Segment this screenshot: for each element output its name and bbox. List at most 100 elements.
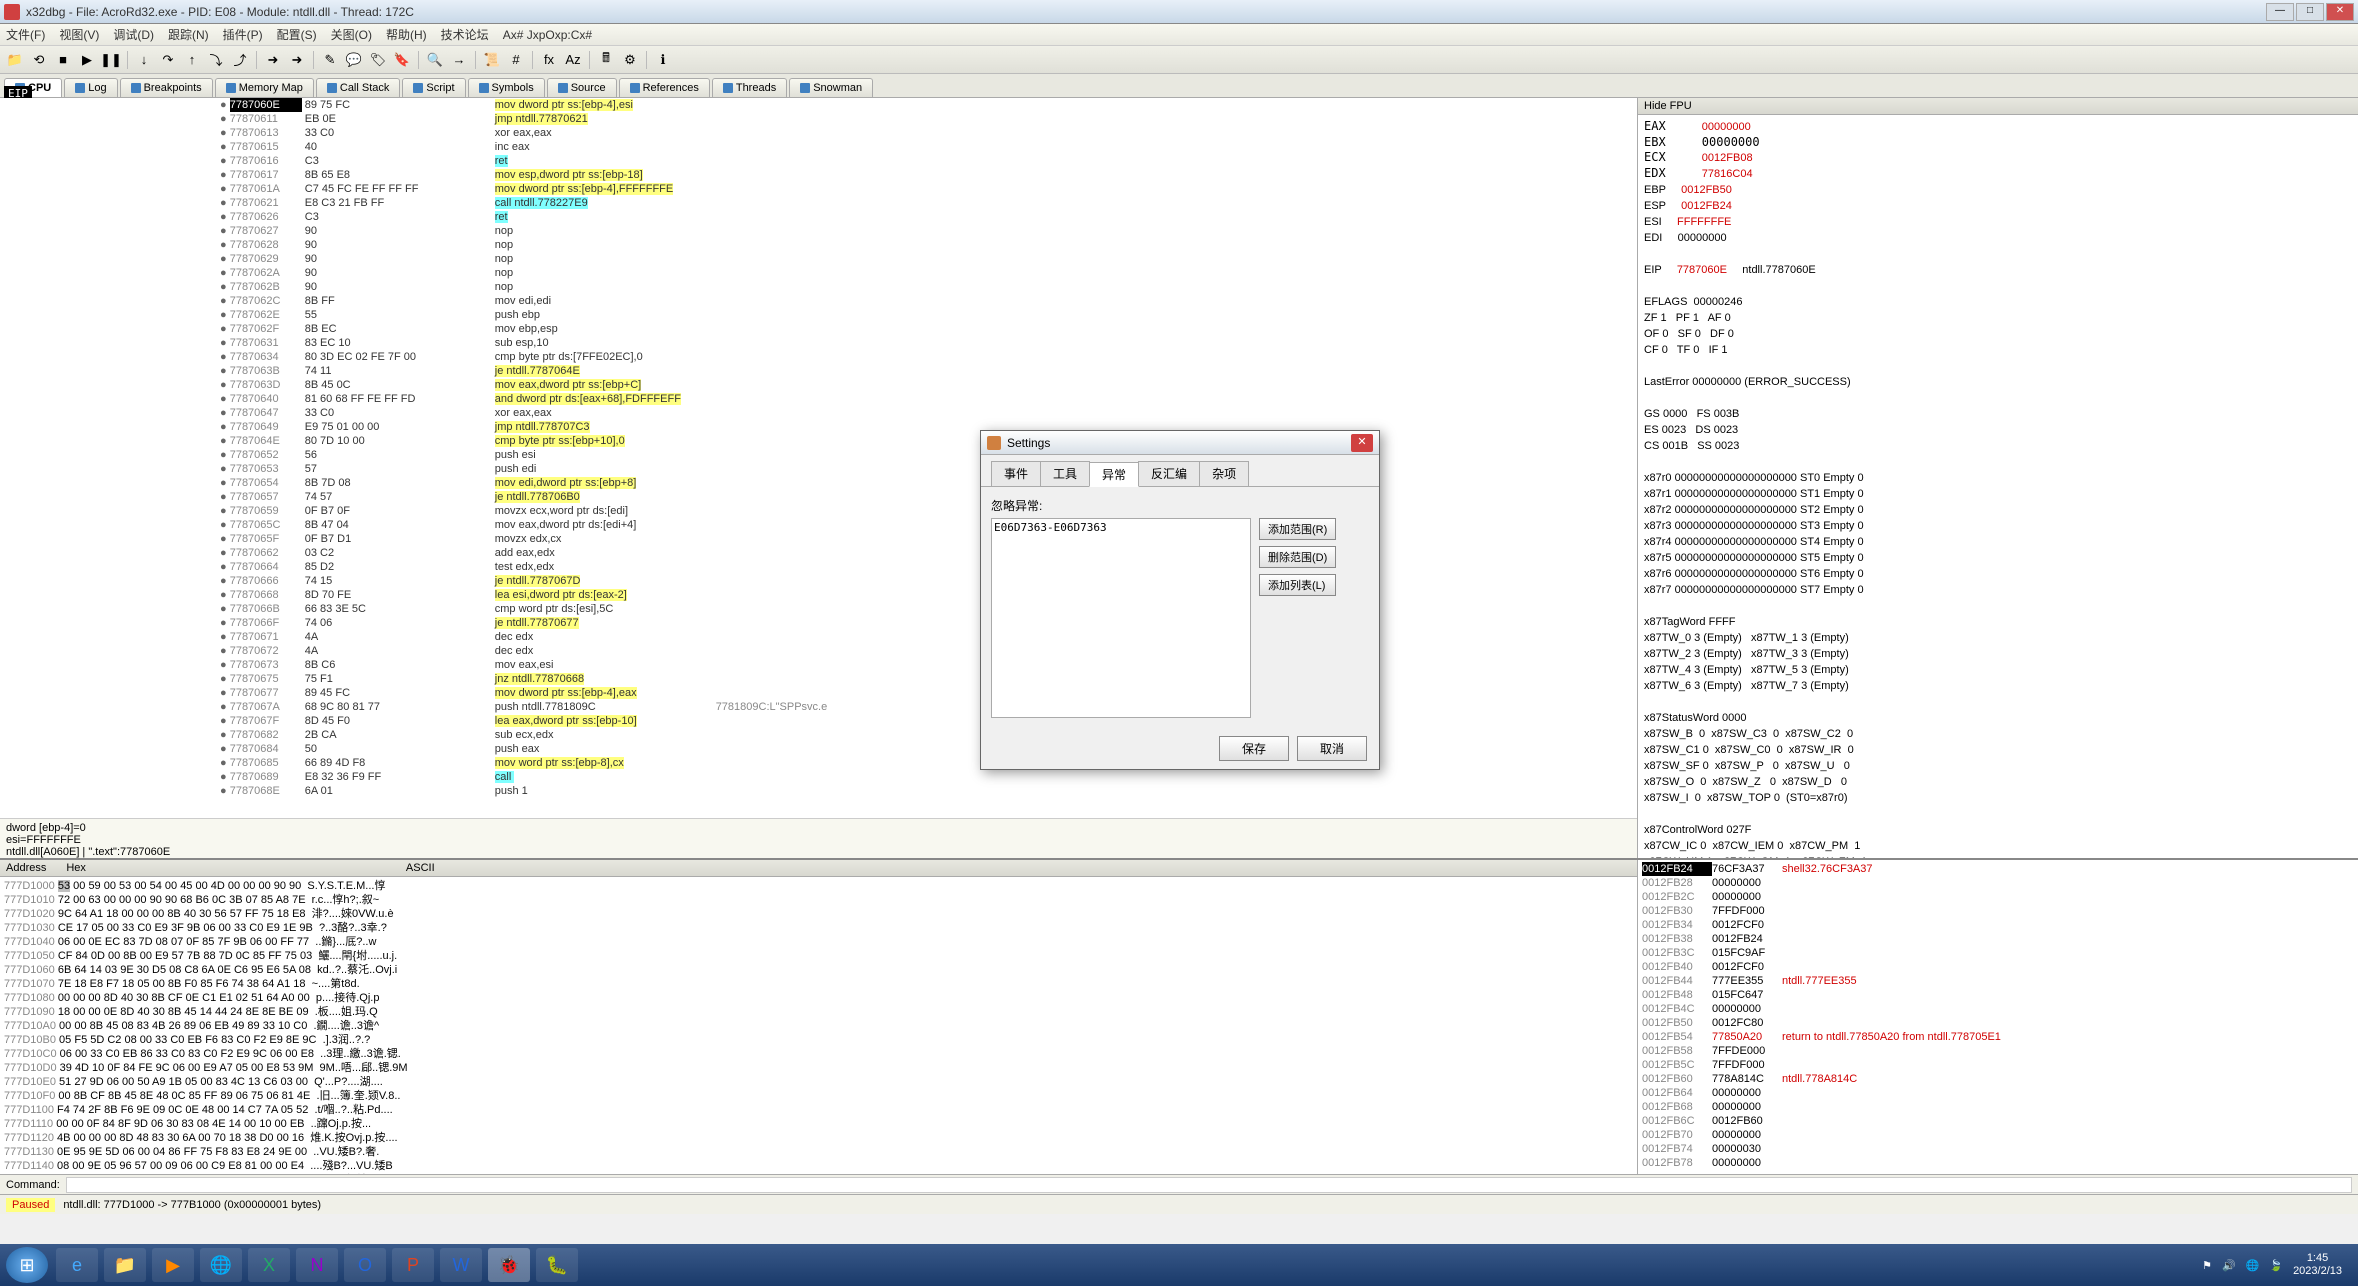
- script-icon[interactable]: 📜: [481, 49, 503, 71]
- step2-icon[interactable]: ⤴: [229, 49, 251, 71]
- fx-icon[interactable]: fx: [538, 49, 560, 71]
- stack-row[interactable]: 0012FB38 0012FB24: [1642, 932, 2354, 946]
- dialog-action-1[interactable]: 删除范围(D): [1259, 546, 1336, 568]
- dump-col-ascii[interactable]: ASCII: [406, 862, 435, 874]
- disasm-row[interactable]: ● 77870611 EB 0E jmp ntdll.77870621: [220, 112, 1637, 126]
- dialog-close-button[interactable]: ✕: [1351, 434, 1373, 452]
- disasm-row[interactable]: ● 7787062A 90 nop: [220, 266, 1637, 280]
- disasm-row[interactable]: ● 77870629 90 nop: [220, 252, 1637, 266]
- comment-icon[interactable]: 💬: [343, 49, 365, 71]
- disasm-row[interactable]: ● 77870617 8B 65 E8 mov esp,dword ptr ss…: [220, 168, 1637, 182]
- dump-col-hex[interactable]: Hex: [66, 862, 86, 874]
- search-icon[interactable]: 🔍: [424, 49, 446, 71]
- system-tray[interactable]: ⚑ 🔊 🌐 🍃 1:452023/2/13: [2202, 1252, 2352, 1278]
- disasm-row[interactable]: ● 77870652 56 push esi: [220, 448, 1637, 462]
- minimize-button[interactable]: —: [2266, 3, 2294, 21]
- disasm-row[interactable]: ● 77870647 33 C0 xor eax,eax: [220, 406, 1637, 420]
- stack-row[interactable]: 0012FB24 76CF3A37 shell32.76CF3A37: [1642, 862, 2354, 876]
- az-icon[interactable]: Az: [562, 49, 584, 71]
- bookmark-icon[interactable]: 🔖: [391, 49, 413, 71]
- dump-row[interactable]: 777D1140 08 00 9E 05 96 57 00 09 06 00 C…: [4, 1159, 1633, 1173]
- stack-row[interactable]: 0012FB70 00000000: [1642, 1128, 2354, 1142]
- disasm-row[interactable]: ● 77870649 E9 75 01 00 00 jmp ntdll.7787…: [220, 420, 1637, 434]
- disasm-row[interactable]: ● 77870634 80 3D EC 02 FE 7F 00 cmp byte…: [220, 350, 1637, 364]
- menu-item-3[interactable]: 跟踪(N): [168, 26, 209, 43]
- disasm-row[interactable]: ● 77870673 8B C6 mov eax,esi: [220, 658, 1637, 672]
- menu-item-7[interactable]: 帮助(H): [386, 26, 427, 43]
- dump-row[interactable]: 777D1000 53 00 59 00 53 00 54 00 45 00 4…: [4, 879, 1633, 893]
- disasm-row[interactable]: ● 7787065C 8B 47 04 mov eax,dword ptr ds…: [220, 518, 1637, 532]
- disasm-row[interactable]: ● 77870627 90 nop: [220, 224, 1637, 238]
- stop-icon[interactable]: ■: [52, 49, 74, 71]
- dump-row[interactable]: 777D1100 F4 74 2F 8B F6 9E 09 0C 0E 48 0…: [4, 1103, 1633, 1117]
- stack-row[interactable]: 0012FB68 00000000: [1642, 1100, 2354, 1114]
- dump-col-address[interactable]: Address: [6, 862, 46, 874]
- close-button[interactable]: ✕: [2326, 3, 2354, 21]
- disasm-row[interactable]: ● 7787062B 90 nop: [220, 280, 1637, 294]
- stack-row[interactable]: 0012FB6C 0012FB60: [1642, 1114, 2354, 1128]
- menu-item-5[interactable]: 配置(S): [277, 26, 317, 43]
- dialog-action-2[interactable]: 添加列表(L): [1259, 574, 1336, 596]
- disasm-row[interactable]: ● 7787067A 68 9C 80 81 77 push ntdll.778…: [220, 700, 1637, 714]
- dump-row[interactable]: 777D10D0 39 4D 10 0F 84 FE 9C 06 00 E9 A…: [4, 1061, 1633, 1075]
- disasm-row[interactable]: ● 7787063D 8B 45 0C mov eax,dword ptr ss…: [220, 378, 1637, 392]
- disasm-row[interactable]: ● 7787067F 8D 45 F0 lea eax,dword ptr ss…: [220, 714, 1637, 728]
- dump-row[interactable]: 777D1110 00 00 0F 84 8F 9D 06 30 83 08 4…: [4, 1117, 1633, 1131]
- tray-flag-icon[interactable]: ⚑: [2202, 1259, 2212, 1272]
- step-icon[interactable]: ⤵: [205, 49, 227, 71]
- command-input[interactable]: [66, 1177, 2352, 1193]
- maximize-button[interactable]: □: [2296, 3, 2324, 21]
- disasm-row[interactable]: ● 7787060E 89 75 FC mov dword ptr ss:[eb…: [220, 98, 1637, 112]
- dump-row[interactable]: 777D1050 CF 84 0D 00 8B 00 E9 57 7B 88 7…: [4, 949, 1633, 963]
- dialog-tab-1[interactable]: 工具: [1040, 461, 1090, 486]
- disasm-row[interactable]: ● 7787062E 55 push ebp: [220, 308, 1637, 322]
- dump-row[interactable]: 777D10F0 00 8B CF 8B 45 8E 48 0C 85 FF 8…: [4, 1089, 1633, 1103]
- tab-symbols[interactable]: Symbols: [468, 78, 545, 97]
- stack-row[interactable]: 0012FB30 7FFDF000: [1642, 904, 2354, 918]
- taskbar-ie-icon[interactable]: e: [56, 1248, 98, 1282]
- tray-leaf-icon[interactable]: 🍃: [2269, 1259, 2283, 1272]
- trace2-icon[interactable]: ➜: [286, 49, 308, 71]
- disasm-row[interactable]: ● 77870689 E8 32 36 F9 FF call: [220, 770, 1637, 784]
- tab-memory-map[interactable]: Memory Map: [215, 78, 314, 97]
- disasm-row[interactable]: ● 77870653 57 push edi: [220, 462, 1637, 476]
- step-into-icon[interactable]: ↓: [133, 49, 155, 71]
- menu-item-2[interactable]: 调试(D): [113, 26, 154, 43]
- disasm-row[interactable]: ● 7787068E 6A 01 push 1: [220, 784, 1637, 798]
- stack-row[interactable]: 0012FB4C 00000000: [1642, 1002, 2354, 1016]
- stack-row[interactable]: 0012FB58 7FFDE000: [1642, 1044, 2354, 1058]
- stack-row[interactable]: 0012FB54 77850A20 return to ntdll.77850A…: [1642, 1030, 2354, 1044]
- start-button[interactable]: ⊞: [6, 1247, 48, 1283]
- stack-row[interactable]: 0012FB34 0012FCF0: [1642, 918, 2354, 932]
- tab-log[interactable]: Log: [64, 78, 117, 97]
- dump-row[interactable]: 777D1120 4B 00 00 00 8D 48 83 30 6A 00 7…: [4, 1131, 1633, 1145]
- calc-icon[interactable]: 🖩: [595, 49, 617, 71]
- taskbar-powerpoint-icon[interactable]: P: [392, 1248, 434, 1282]
- menu-item-8[interactable]: 技术论坛: [441, 26, 489, 43]
- exception-list-input[interactable]: [991, 518, 1251, 718]
- dump-row[interactable]: 777D10C0 06 00 33 C0 EB 86 33 C0 83 C0 F…: [4, 1047, 1633, 1061]
- taskbar-word-icon[interactable]: W: [440, 1248, 482, 1282]
- tab-call-stack[interactable]: Call Stack: [316, 78, 401, 97]
- tab-references[interactable]: References: [619, 78, 710, 97]
- disassembly-view[interactable]: ● 7787060E 89 75 FC mov dword ptr ss:[eb…: [0, 98, 1637, 818]
- taskbar-chrome-icon[interactable]: 🌐: [200, 1248, 242, 1282]
- disasm-row[interactable]: ● 77870616 C3 ret: [220, 154, 1637, 168]
- tray-network-icon[interactable]: 🌐: [2246, 1259, 2260, 1272]
- step-out-icon[interactable]: ↑: [181, 49, 203, 71]
- disasm-row[interactable]: ● 7787063B 74 11 je ntdll.7787064E: [220, 364, 1637, 378]
- dump-row[interactable]: 777D1060 6B 64 14 03 9E 30 D5 08 C8 6A 0…: [4, 963, 1633, 977]
- dump-row[interactable]: 777D1130 0E 95 9E 5D 06 00 04 86 FF 75 F…: [4, 1145, 1633, 1159]
- disasm-row[interactable]: ● 77870640 81 60 68 FF FE FF FD and dwor…: [220, 392, 1637, 406]
- dump-row[interactable]: 777D1040 06 00 0E EC 83 7D 08 07 0F 85 7…: [4, 935, 1633, 949]
- disasm-row[interactable]: ● 77870668 8D 70 FE lea esi,dword ptr ds…: [220, 588, 1637, 602]
- disasm-row[interactable]: ● 77870677 89 45 FC mov dword ptr ss:[eb…: [220, 686, 1637, 700]
- cmdline-icon[interactable]: #: [505, 49, 527, 71]
- disasm-row[interactable]: ● 77870659 0F B7 0F movzx ecx,word ptr d…: [220, 504, 1637, 518]
- disasm-row[interactable]: ● 7787065F 0F B7 D1 movzx edx,cx: [220, 532, 1637, 546]
- stack-row[interactable]: 0012FB2C 00000000: [1642, 890, 2354, 904]
- about-icon[interactable]: ℹ: [652, 49, 674, 71]
- stack-row[interactable]: 0012FB64 00000000: [1642, 1086, 2354, 1100]
- disasm-row[interactable]: ● 7787066F 74 06 je ntdll.77870677: [220, 616, 1637, 630]
- menu-item-6[interactable]: 关图(O): [331, 26, 372, 43]
